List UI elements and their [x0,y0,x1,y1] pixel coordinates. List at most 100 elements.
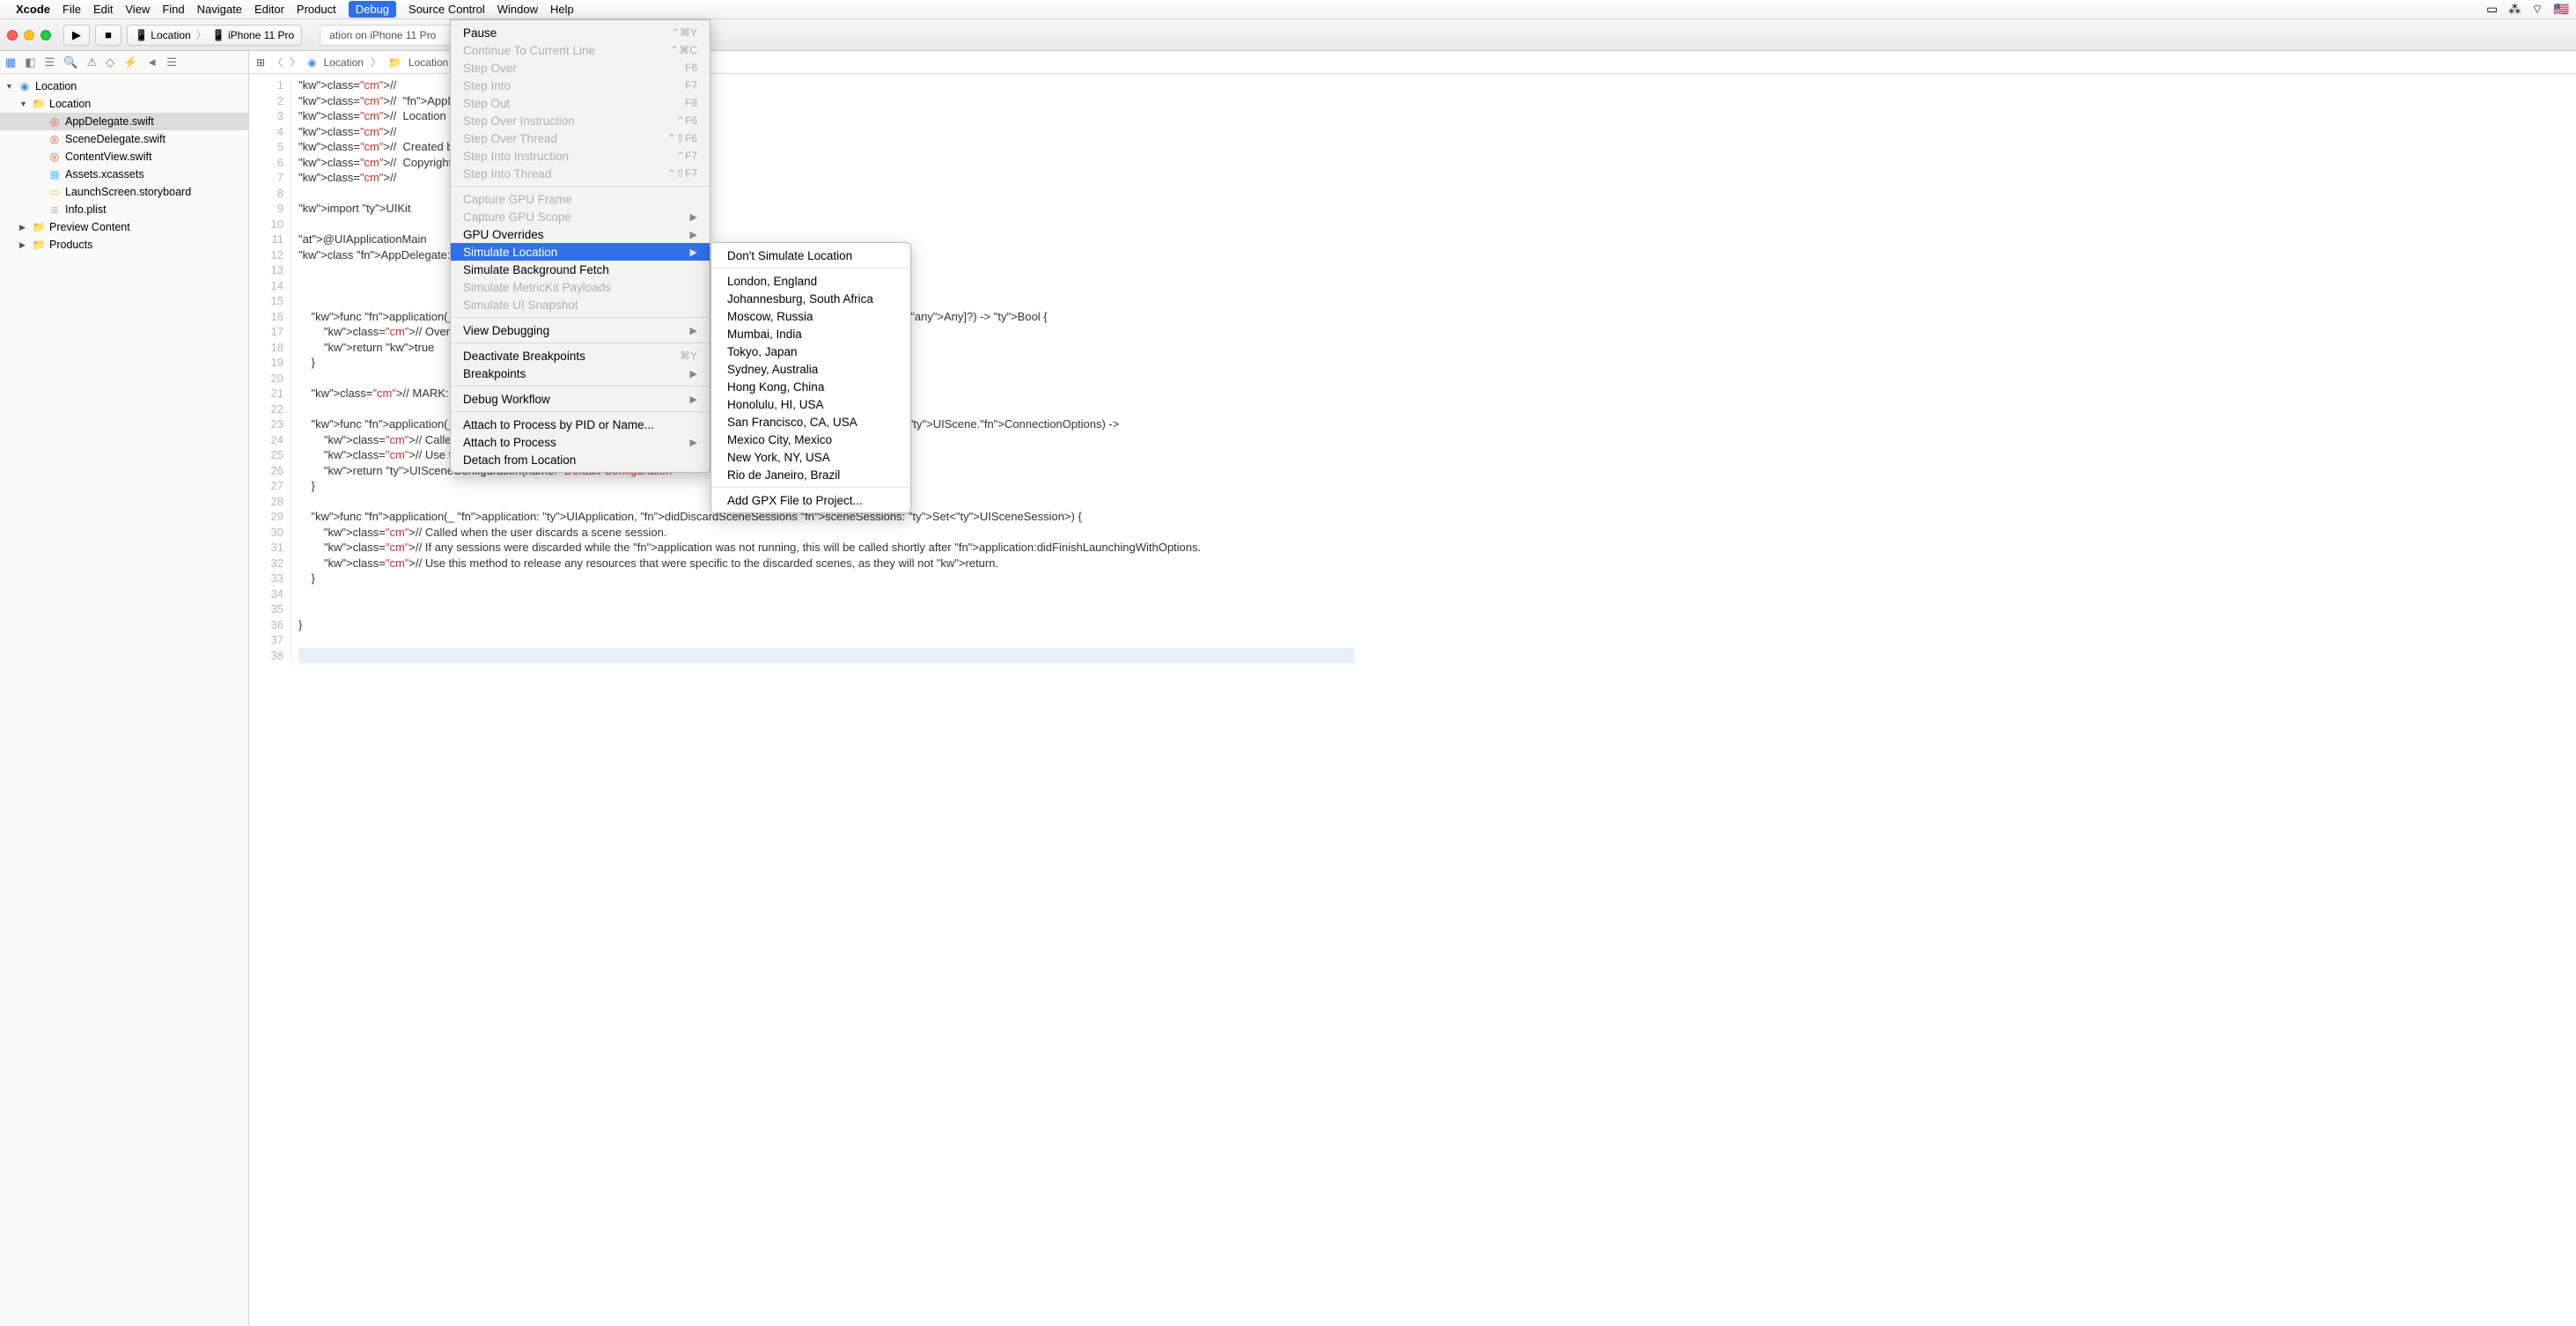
statusbar-flag-icon[interactable]: 🇺🇸 [2554,2,2569,17]
scheme-selector[interactable]: 📱 Location 〉 📱 iPhone 11 Pro [127,25,302,46]
submenu-item[interactable]: London, England [711,272,910,290]
tree-folder[interactable]: ▶📁Preview Content [0,218,248,236]
stop-button[interactable]: ■ [95,25,121,46]
debug-menu-dropdown: Pause⌃⌘YContinue To Current Line⌃⌘CStep … [450,19,710,473]
report-navigator-icon[interactable]: ☰ [166,55,177,70]
navigator-selector: ▦ ◧ ☰ 🔍 ⚠ ◇ ⚡ ◄ ☰ [0,51,248,74]
submenu-item[interactable]: Rio de Janeiro, Brazil [711,466,910,483]
window-controls [7,30,51,41]
test-navigator-icon[interactable]: ◇ [106,55,114,70]
submenu-item[interactable]: Add GPX File to Project... [711,491,910,509]
menu-item: Capture GPU Frame [451,190,710,208]
menu-item-label: Continue To Current Line [463,44,595,57]
menu-item: Simulate MetricKit Payloads [451,278,710,296]
tree-folder[interactable]: ▶📁Products [0,236,248,254]
issue-navigator-icon[interactable]: ⚠ [86,55,97,70]
menu-editor[interactable]: Editor [254,3,284,16]
submenu-item[interactable]: Tokyo, Japan [711,343,910,360]
find-navigator-icon[interactable]: 🔍 [63,55,77,70]
submenu-item[interactable]: Sydney, Australia [711,360,910,378]
submenu-item[interactable]: Moscow, Russia [711,307,910,325]
source-control-navigator-icon[interactable]: ◧ [25,55,35,70]
submenu-item[interactable]: Mexico City, Mexico [711,431,910,448]
statusbar-wifi-icon[interactable]: ⌔ [2531,2,2543,18]
symbol-navigator-icon[interactable]: ☰ [45,55,55,70]
disclosure-triangle-icon[interactable]: ▼ [19,99,28,108]
menu-item[interactable]: Attach to Process by PID or Name... [451,416,710,433]
disclosure-triangle-icon[interactable]: ▶ [19,240,28,250]
menu-edit[interactable]: Edit [93,3,113,16]
menu-find[interactable]: Find [162,3,184,16]
menu-item[interactable]: Attach to Process▶ [451,433,710,451]
folder-icon: 📁 [32,239,46,251]
submenu-item-label: Sydney, Australia [727,363,818,376]
menu-item: Step Into Instruction⌃F7 [451,147,710,165]
menu-item: Step IntoF7 [451,77,710,94]
menu-item: Step Over Thread⌃⇧F6 [451,129,710,147]
disclosure-triangle-icon[interactable]: ▼ [5,82,14,91]
submenu-item-label: Rio de Janeiro, Brazil [727,468,840,482]
menu-source-control[interactable]: Source Control [408,3,485,16]
menu-item[interactable]: View Debugging▶ [451,321,710,339]
menu-item[interactable]: Breakpoints▶ [451,365,710,382]
menu-item[interactable]: GPU Overrides▶ [451,225,710,243]
menu-item[interactable]: Debug Workflow▶ [451,390,710,408]
submenu-item-label: Johannesburg, South Africa [727,292,873,306]
statusbar-battery-icon[interactable]: ▭ [2486,2,2498,17]
tree-group[interactable]: ▼ 📁 Location [0,95,248,113]
forward-button-icon[interactable]: 〉 [290,55,300,70]
menu-file[interactable]: File [63,3,81,16]
menu-navigate[interactable]: Navigate [197,3,242,16]
menu-item-label: Simulate UI Snapshot [463,298,578,312]
submenu-arrow-icon: ▶ [690,229,697,240]
submenu-item[interactable]: Mumbai, India [711,325,910,343]
menu-item[interactable]: Simulate Location▶ [451,243,710,261]
scheme-app-label: Location [151,29,190,41]
submenu-item[interactable]: San Francisco, CA, USA [711,413,910,431]
menu-item-label: Step Out [463,97,510,110]
tree-file[interactable]: ▭LaunchScreen.storyboard [0,183,248,201]
menu-item[interactable]: Simulate Background Fetch [451,261,710,278]
tree-file[interactable]: ▦Assets.xcassets [0,166,248,183]
tree-file[interactable]: ◎SceneDelegate.swift [0,130,248,148]
project-navigator-icon[interactable]: ▦ [5,55,16,70]
tree-label: LaunchScreen.storyboard [65,186,191,198]
tree-project-root[interactable]: ▼ ◉ Location [0,77,248,95]
breakpoint-navigator-icon[interactable]: ◄ [146,55,158,69]
tree-file[interactable]: ◎AppDelegate.swift [0,113,248,130]
menu-product[interactable]: Product [297,3,336,16]
tree-file[interactable]: ≣Info.plist [0,201,248,218]
related-items-icon[interactable]: ⊞ [256,56,265,69]
jump-project-label[interactable]: Location [324,56,364,69]
run-button[interactable]: ▶ [63,25,90,46]
statusbar-bluetooth-icon[interactable]: ⁂ [2508,2,2521,17]
submenu-item[interactable]: Don't Simulate Location [711,247,910,264]
system-menubar: Xcode File Edit View Find Navigate Edito… [0,0,2576,19]
menu-window[interactable]: Window [497,3,538,16]
menu-item: Step Over Instruction⌃F6 [451,112,710,129]
menu-item[interactable]: Deactivate Breakpoints⌘Y [451,347,710,365]
tree-file[interactable]: ◎ContentView.swift [0,148,248,166]
submenu-item[interactable]: Johannesburg, South Africa [711,290,910,307]
submenu-item-label: Don't Simulate Location [727,249,852,262]
jump-folder-label[interactable]: Location [408,56,448,69]
zoom-window-icon[interactable] [40,30,51,41]
close-window-icon[interactable] [7,30,18,41]
menu-item-label: Capture GPU Frame [463,193,572,206]
submenu-item[interactable]: Honolulu, HI, USA [711,395,910,413]
app-menu[interactable]: Xcode [16,3,50,16]
tree-label: ContentView.swift [65,151,151,163]
menu-item[interactable]: Detach from Location [451,451,710,468]
tree-label: Preview Content [49,221,130,233]
back-button-icon[interactable]: 〈 [272,55,283,70]
submenu-item[interactable]: Hong Kong, China [711,378,910,395]
disclosure-triangle-icon[interactable]: ▶ [19,223,28,232]
debug-navigator-icon[interactable]: ⚡ [123,55,137,70]
menu-view[interactable]: View [125,3,150,16]
menu-debug[interactable]: Debug [349,1,396,18]
file-icon: ◎ [48,133,62,145]
menu-help[interactable]: Help [550,3,574,16]
minimize-window-icon[interactable] [24,30,34,41]
submenu-item[interactable]: New York, NY, USA [711,448,910,466]
menu-item[interactable]: Pause⌃⌘Y [451,24,710,41]
